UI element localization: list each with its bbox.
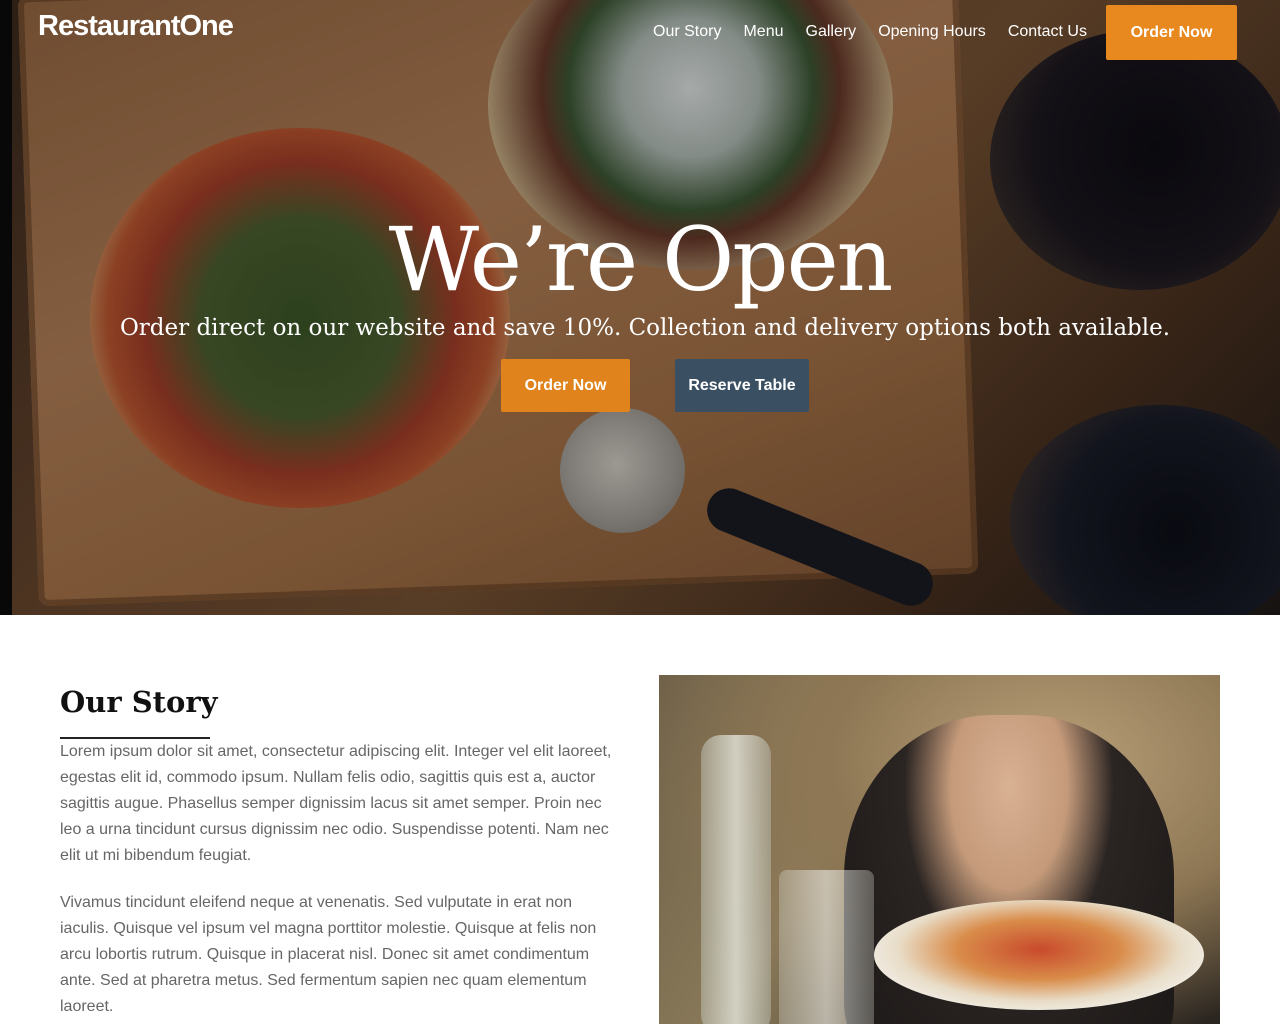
nav-order-now-button[interactable]: Order Now (1106, 5, 1237, 60)
story-paragraph: Vivamus tincidunt eleifend neque at vene… (60, 894, 597, 1015)
main-nav: Our Story Menu Gallery Opening Hours Con… (653, 22, 1109, 42)
story-paragraph: Lorem ipsum dolor sit amet, consectetur … (60, 743, 612, 864)
hero-section: RestaurantOne Our Story Menu Gallery Ope… (0, 0, 1280, 615)
nav-item-gallery[interactable]: Gallery (806, 22, 857, 42)
story-photo-woman-eating-pizza (659, 675, 1220, 1024)
nav-item-contact-us[interactable]: Contact Us (1008, 22, 1087, 42)
photo-pizza-plate (874, 900, 1204, 1010)
reserve-table-button[interactable]: Reserve Table (675, 359, 809, 412)
section-title: Our Story (60, 685, 218, 719)
hero-title: We’re Open (388, 208, 894, 311)
photo-glass (779, 870, 874, 1024)
nav-item-opening-hours[interactable]: Opening Hours (878, 22, 986, 42)
photo-bottle (701, 735, 771, 1024)
nav-item-our-story[interactable]: Our Story (653, 22, 721, 42)
brand-logo[interactable]: RestaurantOne (38, 10, 234, 43)
hero-subtitle: Order direct on our website and save 10%… (119, 315, 1171, 341)
hero-order-now-button[interactable]: Order Now (501, 359, 630, 412)
nav-item-menu[interactable]: Menu (743, 22, 783, 42)
